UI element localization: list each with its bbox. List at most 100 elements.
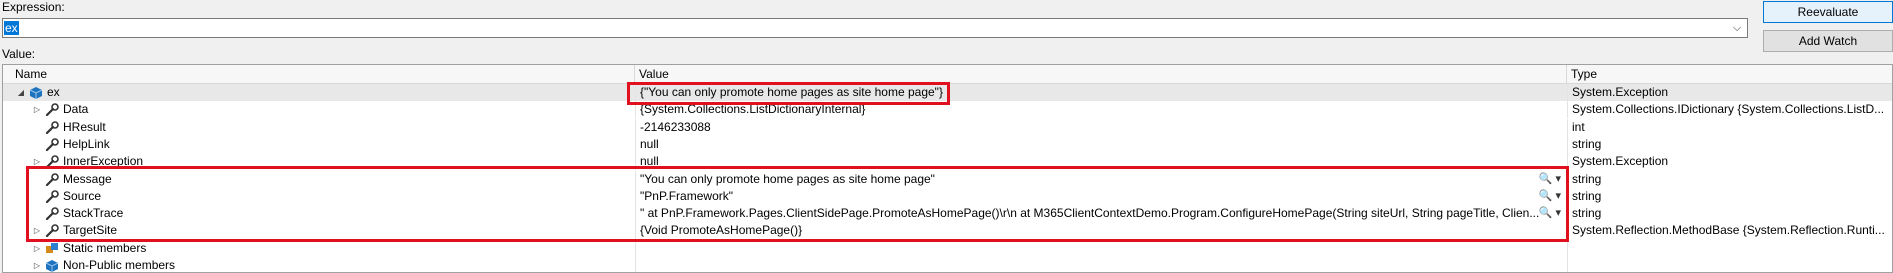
cell-name: ▷ Static members: [3, 240, 635, 257]
value-grid[interactable]: Name Value Type ◢ ex {"You can only promot…: [2, 64, 1893, 273]
cell-type: [1567, 257, 1892, 272]
cell-value[interactable]: {"You can only promote home pages as sit…: [635, 84, 1567, 101]
cell-value[interactable]: [635, 257, 1567, 272]
row-name: Source: [63, 188, 102, 203]
cell-name: ▷ TargetSite: [3, 222, 635, 239]
cell-value[interactable]: -2146233088: [635, 118, 1567, 136]
cell-value[interactable]: [635, 239, 1567, 257]
object-icon: [45, 259, 59, 272]
wrench-icon: [45, 103, 59, 117]
expression-label: Expression:: [2, 0, 65, 14]
cell-value[interactable]: "You can only promote home pages as site…: [635, 170, 1567, 188]
cell-name: HelpLink: [3, 136, 635, 153]
table-row[interactable]: Source "PnP.Framework" 🔍 ▾ string: [3, 187, 1892, 205]
cell-value[interactable]: " at PnP.Framework.Pages.ClientSidePage.…: [635, 205, 1567, 223]
row-value: -2146233088: [640, 119, 711, 134]
expand-arrow-icon[interactable]: ▷: [31, 153, 43, 170]
row-value: " at PnP.Framework.Pages.ClientSidePage.…: [640, 206, 1540, 221]
visualizer-icon[interactable]: 🔍 ▾: [1539, 205, 1561, 222]
row-value: "You can only promote home pages as site…: [640, 171, 935, 186]
visualizer-icon[interactable]: 🔍 ▾: [1539, 188, 1561, 205]
table-row[interactable]: ▷ InnerException null System.Exception: [3, 153, 1892, 171]
table-row[interactable]: ▷ Static members: [3, 239, 1892, 257]
cell-name: ▷ InnerException: [3, 153, 635, 170]
expand-arrow-icon[interactable]: ▷: [31, 222, 43, 239]
wrench-icon: [45, 189, 59, 203]
cell-value[interactable]: "PnP.Framework" 🔍 ▾: [635, 187, 1567, 205]
expand-arrow-icon[interactable]: ▷: [31, 257, 43, 272]
cell-value[interactable]: null: [635, 135, 1567, 153]
cell-name: StackTrace: [3, 205, 635, 222]
expression-value[interactable]: ex: [4, 21, 19, 35]
expand-arrow-icon[interactable]: ▷: [31, 240, 43, 257]
column-header-type[interactable]: Type: [1567, 65, 1892, 83]
row-value: null: [640, 136, 659, 151]
wrench-icon: [45, 224, 59, 238]
row-value: {"You can only promote home pages as sit…: [640, 85, 943, 99]
cell-value[interactable]: {System.Collections.ListDictionaryIntern…: [635, 101, 1567, 119]
cell-type: int: [1567, 118, 1892, 136]
table-row[interactable]: ▷ TargetSite {Void PromoteAsHomePage()} Sys…: [3, 222, 1892, 240]
value-label: Value:: [2, 47, 36, 61]
wrench-icon: [45, 155, 59, 169]
cell-type: string: [1567, 187, 1892, 205]
cell-type: System.Collections.IDictionary {System.C…: [1567, 101, 1892, 119]
row-name: Data: [63, 102, 89, 117]
static-members-icon: [45, 242, 59, 255]
row-value: "PnP.Framework": [640, 188, 733, 203]
wrench-icon: [45, 120, 59, 134]
grid-header: Name Value Type: [3, 65, 1892, 84]
cell-type: string: [1567, 135, 1892, 153]
cell-type: [1567, 239, 1892, 257]
reevaluate-button[interactable]: Reevaluate: [1763, 1, 1893, 23]
expand-arrow-icon[interactable]: ▷: [31, 101, 43, 118]
row-name: HResult: [63, 119, 106, 134]
cell-type: System.Exception: [1567, 153, 1892, 171]
row-name: Static members: [63, 240, 147, 255]
table-row[interactable]: HResult -2146233088 int: [3, 118, 1892, 136]
expression-input[interactable]: ex ⌵: [2, 18, 1748, 38]
row-name: Message: [63, 171, 112, 186]
wrench-icon: [45, 172, 59, 186]
row-value: {Void PromoteAsHomePage()}: [640, 223, 803, 238]
cell-name: HResult: [3, 119, 635, 136]
wrench-icon: [45, 207, 59, 221]
row-value: null: [640, 154, 659, 169]
column-header-name[interactable]: Name: [3, 65, 635, 83]
object-icon: [29, 86, 43, 99]
table-row[interactable]: Message "You can only promote home pages …: [3, 170, 1892, 188]
table-row[interactable]: StackTrace " at PnP.Framework.Pages.Clien…: [3, 205, 1892, 223]
chevron-down-icon[interactable]: ⌵: [1729, 19, 1745, 37]
expand-arrow-icon[interactable]: ◢: [15, 84, 27, 101]
column-header-value[interactable]: Value: [635, 65, 1567, 83]
visualizer-icon[interactable]: 🔍 ▾: [1539, 171, 1561, 188]
cell-type: string: [1567, 205, 1892, 223]
cell-value[interactable]: {Void PromoteAsHomePage()}: [635, 222, 1567, 240]
cell-name: Source: [3, 188, 635, 205]
cell-value[interactable]: null: [635, 153, 1567, 171]
cell-type: System.Reflection.MethodBase {System.Ref…: [1567, 222, 1892, 240]
row-name: ex: [47, 85, 60, 99]
cell-name: ▷ Data: [3, 101, 635, 118]
row-value: {System.Collections.ListDictionaryIntern…: [640, 102, 866, 117]
table-row[interactable]: HelpLink null string: [3, 135, 1892, 153]
table-row[interactable]: ◢ ex {"You can only promote home pages as …: [3, 84, 1892, 101]
row-name: TargetSite: [63, 223, 118, 238]
cell-type: string: [1567, 170, 1892, 188]
row-name: InnerException: [63, 154, 144, 169]
cell-name: Message: [3, 171, 635, 188]
cell-name: ◢ ex: [3, 84, 635, 101]
table-row[interactable]: ▷ Data {System.Collections.ListDictionaryI…: [3, 101, 1892, 119]
cell-name: ▷ Non-Public members: [3, 257, 635, 272]
row-name: HelpLink: [63, 136, 110, 151]
table-row[interactable]: ▷ Non-Public members: [3, 257, 1892, 272]
cell-type: System.Exception: [1567, 84, 1892, 101]
row-name: Non-Public members: [63, 258, 176, 272]
add-watch-button[interactable]: Add Watch: [1763, 30, 1893, 52]
row-name: StackTrace: [63, 206, 124, 221]
